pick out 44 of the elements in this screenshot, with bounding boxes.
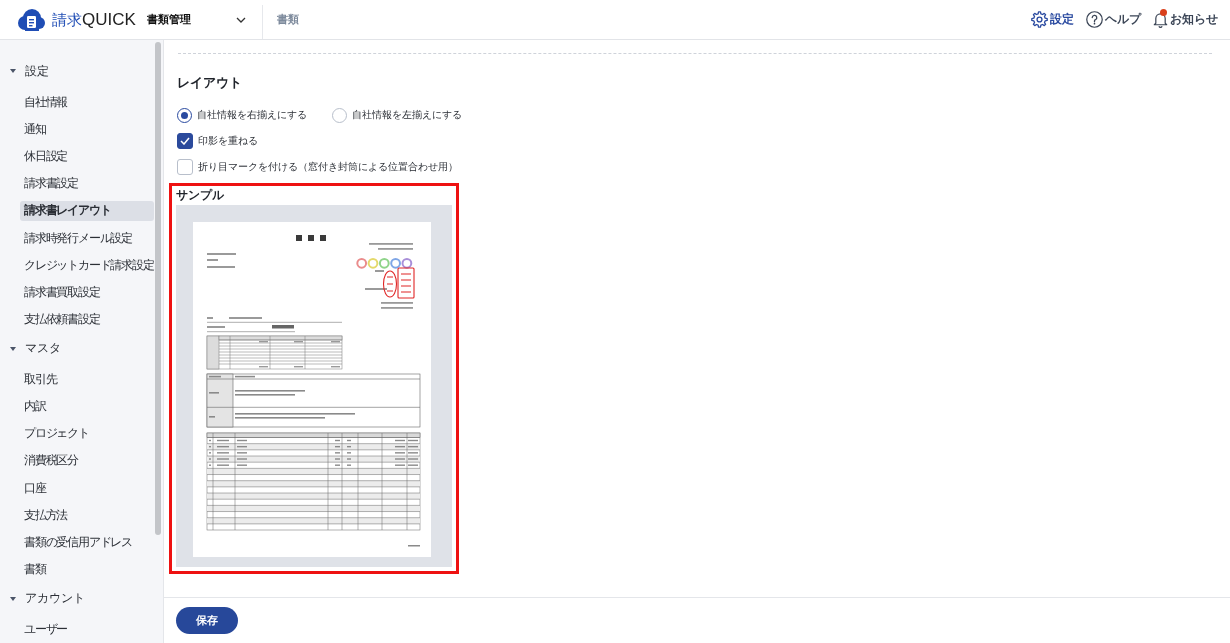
checkbox[interactable] [177,159,193,175]
sidebar-item[interactable]: 自社情報 [20,92,154,113]
page-title: 書類 [276,12,299,27]
sidebar-item[interactable]: 通知 [20,119,154,140]
settings-button[interactable]: 設定 [1031,7,1074,32]
sidebar-item[interactable]: 支払依頼書設定 [20,309,154,330]
option-label: 自社情報を右揃えにする [197,108,307,122]
notifications-button[interactable]: お知らせ [1153,7,1218,32]
sidebar-item[interactable]: 消費税区分 [20,450,154,471]
help-icon [1086,11,1103,28]
sidebar-item[interactable]: プロジェクト [20,423,154,444]
sidebar-item[interactable]: クレジットカード請求設定 [20,255,154,276]
sidebar-item[interactable]: 書類の受信用アドレス [20,532,154,553]
sidebar-item[interactable]: 請求書買取設定 [20,282,154,303]
sidebar-section-toggle[interactable]: マスタ [0,335,61,362]
radio-button[interactable] [177,107,192,123]
sidebar-item[interactable]: 請求書設定 [20,173,154,194]
section-title: レイアウト [177,74,242,92]
help-button[interactable]: ヘルプ [1086,7,1141,32]
option-label: 自社情報を左揃えにする [352,108,462,122]
radio-button[interactable] [332,107,347,123]
app-logo-text: 請求QUICK [52,8,136,31]
sidebar-item[interactable]: 請求書レイアウト [20,200,154,221]
option-label: 折り目マークを付ける（窓付き封筒による位置合わせ用） [198,160,458,174]
sample-label: サンプル [176,188,224,203]
bell-icon [1153,11,1168,28]
sidebar-item[interactable]: 書類 [20,559,154,580]
sidebar-item[interactable]: 請求時発行メール設定 [20,228,154,249]
sidebar-section-toggle[interactable]: 設定 [0,58,49,85]
module-menu-dropdown[interactable]: 書類管理 [146,6,251,33]
scrollbar-thumb[interactable] [155,42,161,535]
sidebar-item[interactable]: ユーザー [20,619,154,640]
sidebar-item[interactable]: 口座 [20,478,154,499]
sidebar-item[interactable]: 支払方法 [20,505,154,526]
sidebar-item[interactable]: 内訳 [20,396,154,417]
settings-icon [1031,11,1048,28]
checkmark-icon [180,137,190,145]
option-label: 印影を重ねる [198,134,258,148]
save-button[interactable]: 保存 [176,607,238,634]
sidebar-item[interactable]: 休日設定 [20,146,154,167]
sidebar-section-toggle[interactable]: アカウント [0,585,85,612]
checkbox[interactable] [177,133,193,149]
sidebar-item[interactable]: 取引先 [20,369,154,390]
cloud-document-icon [17,8,45,31]
